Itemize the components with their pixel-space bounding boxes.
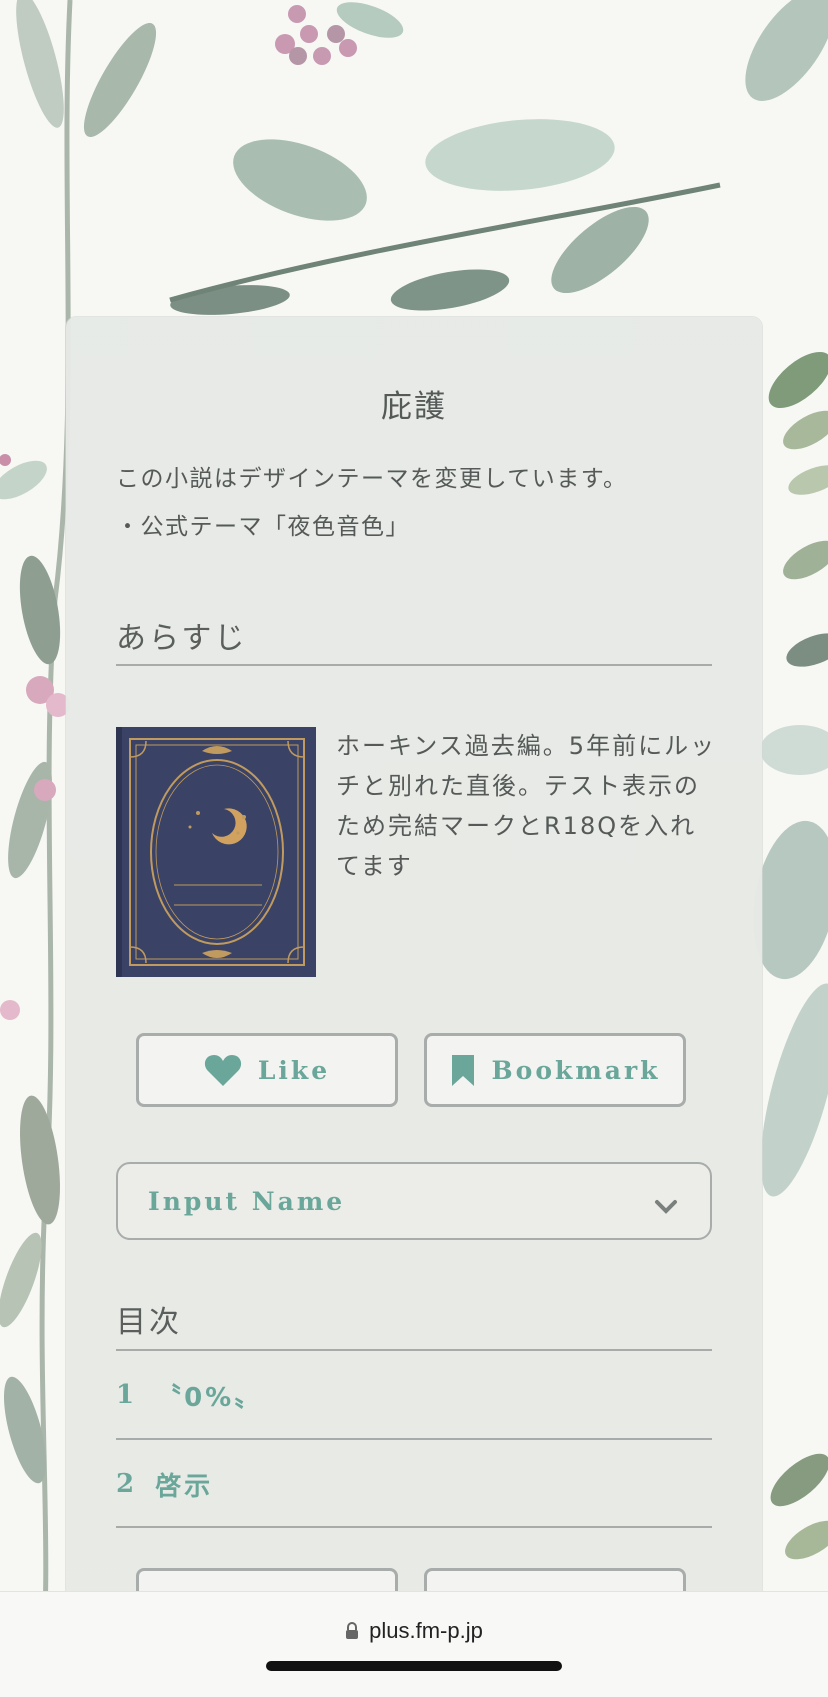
chevron-down-icon: [654, 1192, 678, 1221]
toc-item-title: 〝0%〟: [155, 1382, 264, 1413]
toc-item-number: 2: [116, 1469, 138, 1499]
synopsis-divider: [116, 664, 712, 666]
toc-divider: [116, 1526, 712, 1528]
toc-heading: 目次: [116, 1305, 182, 1340]
page-title: 庇護: [381, 389, 447, 425]
cover-image: [116, 727, 316, 977]
toc-item[interactable]: 2 啓示: [116, 1440, 712, 1528]
lock-icon: [345, 1622, 359, 1640]
bookmark-button[interactable]: Bookmark: [424, 1033, 686, 1107]
novel-card: 庇護 この小説はデザインテーマを変更しています。 ・公式テーマ「夜色音色」 あら…: [66, 317, 762, 1617]
name-select[interactable]: Input Name: [116, 1162, 712, 1240]
bookmark-label: Bookmark: [491, 1055, 661, 1085]
home-indicator: [266, 1661, 562, 1671]
synopsis-heading: あらすじ: [116, 621, 248, 656]
heart-icon: [204, 1053, 242, 1087]
synopsis-text: ホーキンス過去編。5年前にルッチと別れた直後。テスト表示のため完結マークとR18…: [336, 732, 717, 880]
toc-item-number: 1: [116, 1380, 138, 1410]
like-label: Like: [257, 1055, 331, 1085]
bookmark-icon: [450, 1053, 476, 1087]
theme-name: ・公式テーマ「夜色音色」: [116, 514, 410, 540]
theme-notice: この小説はデザインテーマを変更しています。: [116, 466, 628, 492]
toc-item[interactable]: 1 〝0%〟: [116, 1351, 712, 1439]
browser-address-bar[interactable]: plus.fm-p.jp: [0, 1591, 828, 1697]
url-text: plus.fm-p.jp: [369, 1618, 483, 1643]
name-select-value: Input Name: [148, 1186, 346, 1216]
like-button[interactable]: Like: [136, 1033, 398, 1107]
toc-item-title: 啓示: [155, 1471, 214, 1502]
